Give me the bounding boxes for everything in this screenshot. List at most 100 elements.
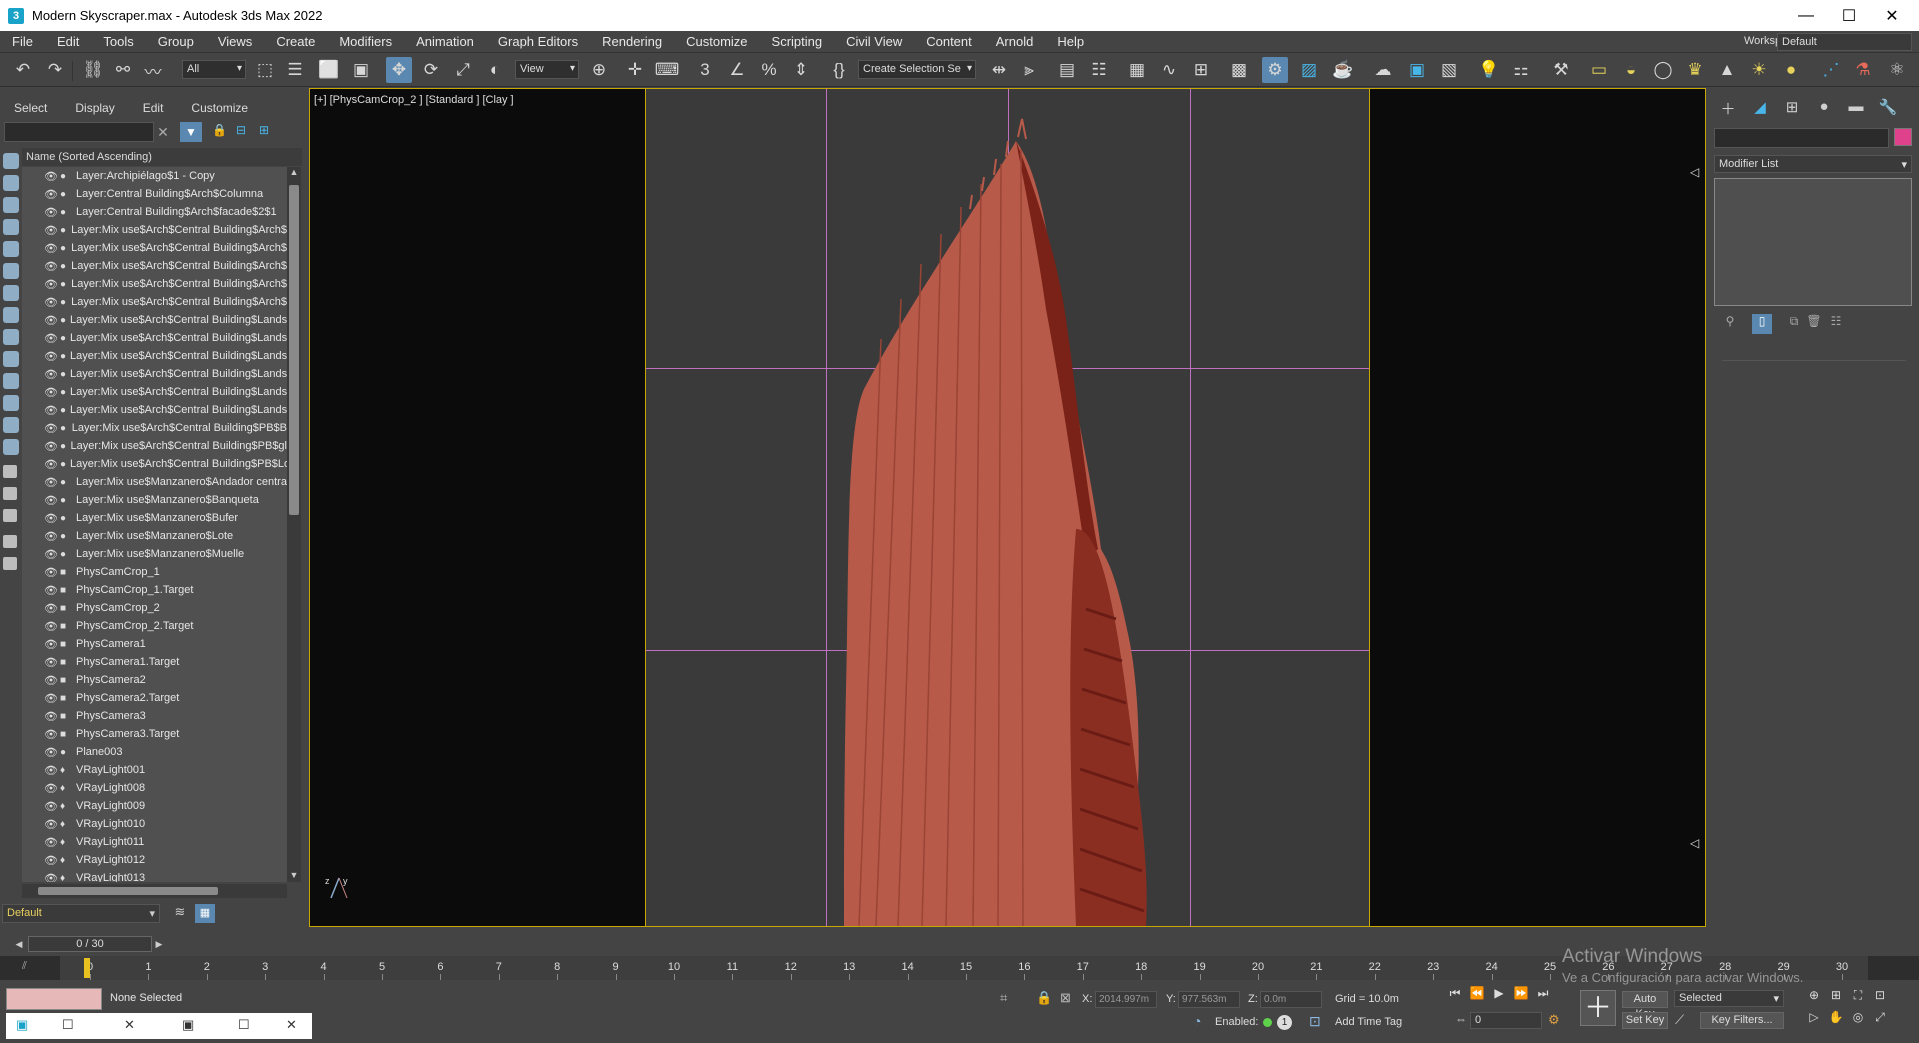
- display-children-icon[interactable]: [3, 465, 17, 478]
- sort-by-layer-icon[interactable]: ⊞: [259, 123, 275, 141]
- select-and-place-icon[interactable]: ◐: [482, 57, 508, 83]
- filter-icon[interactable]: [3, 535, 17, 548]
- make-unique-icon[interactable]: ⧉: [1784, 314, 1804, 334]
- display-geometry-icon[interactable]: [3, 175, 19, 191]
- menu-help[interactable]: Help: [1045, 34, 1096, 49]
- vray-fur-icon[interactable]: ⋰: [1818, 57, 1844, 83]
- add-time-tag[interactable]: Add Time Tag: [1335, 1016, 1402, 1028]
- scene-row[interactable]: 👁 ♦ VRayLight010: [22, 815, 287, 833]
- set-key-big-icon[interactable]: ＋: [1580, 990, 1616, 1026]
- scene-explorer-toggle-icon[interactable]: ▦: [195, 904, 215, 923]
- rendered-frame-window-icon[interactable]: ▨: [1296, 57, 1322, 83]
- scene-search-input[interactable]: [4, 122, 154, 142]
- scene-row[interactable]: 👁 ● Layer:Mix use$Arch$Central Building$Ar…: [22, 293, 287, 311]
- visibility-eye-icon[interactable]: 👁: [44, 674, 58, 687]
- modifier-list-select[interactable]: Modifier List: [1714, 155, 1912, 173]
- key-filters-button[interactable]: Key Filters...: [1700, 1012, 1784, 1029]
- close-mini-icon[interactable]: ✕: [286, 1017, 297, 1033]
- scene-row[interactable]: 👁 ♦ VRayLight009: [22, 797, 287, 815]
- modify-tab-icon[interactable]: ◢: [1748, 98, 1772, 120]
- rectangular-selection-icon[interactable]: ⬜: [316, 57, 342, 83]
- display-frozen-icon[interactable]: [3, 395, 19, 411]
- named-selection-select[interactable]: Create Selection Se: [858, 60, 976, 79]
- curve-editor-icon[interactable]: ∿: [1156, 57, 1182, 83]
- z-coordinate-field[interactable]: 0.0m: [1260, 991, 1322, 1008]
- visibility-eye-icon[interactable]: 👁: [44, 764, 58, 777]
- visibility-eye-icon[interactable]: 👁: [44, 494, 58, 507]
- visibility-eye-icon[interactable]: 👁: [44, 386, 58, 399]
- menu-tools[interactable]: Tools: [91, 34, 145, 49]
- vray-lister-icon[interactable]: ⚏: [1508, 57, 1534, 83]
- time-slider-next-icon[interactable]: ▶: [152, 936, 166, 952]
- vray-frame-buffer-icon[interactable]: ▣: [1404, 57, 1430, 83]
- menu-create[interactable]: Create: [264, 34, 327, 49]
- visibility-eye-icon[interactable]: 👁: [44, 548, 58, 561]
- visibility-eye-icon[interactable]: 👁: [44, 440, 58, 453]
- restore-icon[interactable]: ☐: [238, 1017, 250, 1033]
- selection-filter-select[interactable]: All: [182, 60, 246, 79]
- visibility-eye-icon[interactable]: 👁: [44, 296, 58, 309]
- scene-vertical-scrollbar[interactable]: ▲ ▼: [287, 167, 301, 882]
- remove-modifier-icon[interactable]: 🗑: [1804, 314, 1824, 334]
- orbit-icon[interactable]: ◎: [1849, 1010, 1867, 1028]
- display-helpers-icon[interactable]: [3, 263, 19, 279]
- zoom-extents-all-icon[interactable]: ⊡: [1871, 988, 1889, 1006]
- viewport-label[interactable]: [+] [PhysCamCrop_2 ] [Standard ] [Clay ]: [314, 94, 514, 106]
- layers-icon[interactable]: ≋: [170, 904, 190, 923]
- scene-row[interactable]: 👁 ● Layer:Mix use$Arch$Central Building$PB…: [22, 419, 287, 437]
- workspace-select[interactable]: Default: [1777, 33, 1912, 51]
- scene-row[interactable]: 👁 ■ PhysCamera3.Target: [22, 725, 287, 743]
- menu-arnold[interactable]: Arnold: [984, 34, 1046, 49]
- time-slider-prev-icon[interactable]: ◀: [12, 936, 26, 952]
- current-frame-field[interactable]: 0: [1470, 1012, 1542, 1029]
- set-key-button[interactable]: Set Key: [1622, 1012, 1668, 1029]
- mesh-light-icon[interactable]: ♛: [1682, 57, 1708, 83]
- visibility-eye-icon[interactable]: 👁: [44, 350, 58, 363]
- time-slider[interactable]: 0 / 30: [28, 936, 152, 952]
- scene-row[interactable]: 👁 ● Layer:Mix use$Arch$Central Building$PB…: [22, 437, 287, 455]
- scene-row[interactable]: 👁 ■ PhysCamCrop_2: [22, 599, 287, 617]
- spinner-snap-icon[interactable]: ⇕: [788, 57, 814, 83]
- visibility-eye-icon[interactable]: 👁: [44, 836, 58, 849]
- next-frame-icon[interactable]: ⏩: [1511, 986, 1531, 1006]
- scene-row[interactable]: 👁 ■ PhysCamera3: [22, 707, 287, 725]
- go-to-end-icon[interactable]: ⏭: [1533, 986, 1553, 1006]
- scene-row[interactable]: 👁 ♦ VRayLight012: [22, 851, 287, 869]
- visibility-eye-icon[interactable]: 👁: [44, 854, 58, 867]
- menu-edit[interactable]: Edit: [45, 34, 91, 49]
- display-all-icon[interactable]: [3, 439, 19, 455]
- visibility-eye-icon[interactable]: 👁: [44, 566, 58, 579]
- menu-animation[interactable]: Animation: [404, 34, 486, 49]
- visibility-eye-icon[interactable]: 👁: [44, 476, 58, 489]
- zoom-extents-icon[interactable]: ⛶: [1849, 988, 1867, 1006]
- sort-icon[interactable]: [3, 557, 17, 570]
- scene-row[interactable]: 👁 ● Layer:Mix use$Arch$Central Building$Ar…: [22, 275, 287, 293]
- reference-coordinate-select[interactable]: View: [515, 60, 579, 79]
- display-lights-icon[interactable]: [3, 219, 19, 235]
- menu-modifiers[interactable]: Modifiers: [327, 34, 404, 49]
- lock-icon[interactable]: 🔒: [212, 123, 228, 141]
- visibility-eye-icon[interactable]: 👁: [44, 512, 58, 525]
- field-of-view-icon[interactable]: ▷: [1805, 1010, 1823, 1028]
- menu-content[interactable]: Content: [914, 34, 984, 49]
- display-space-warps-icon[interactable]: [3, 285, 19, 301]
- select-and-scale-icon[interactable]: ⤢: [450, 57, 476, 83]
- scrollbar-thumb[interactable]: [38, 887, 218, 895]
- menu-file[interactable]: File: [0, 34, 45, 49]
- vray-plane-icon[interactable]: ⚛: [1884, 57, 1910, 83]
- key-selection-set-select[interactable]: Selected: [1674, 990, 1784, 1007]
- time-configuration-icon[interactable]: ⚙: [1548, 1012, 1560, 1028]
- object-color-swatch[interactable]: [1894, 128, 1912, 146]
- show-end-result-icon[interactable]: ▯: [1752, 314, 1772, 334]
- zoom-all-icon[interactable]: ⊞: [1827, 988, 1845, 1006]
- scene-row[interactable]: 👁 ● Layer:Mix use$Manzanero$Muelle: [22, 545, 287, 563]
- visibility-eye-icon[interactable]: 👁: [44, 422, 58, 435]
- previous-frame-icon[interactable]: ⏪: [1467, 986, 1487, 1006]
- vray-light-icon[interactable]: 💡: [1476, 57, 1502, 83]
- key-mode-toggle-icon[interactable]: ⇔: [1455, 1012, 1467, 1026]
- scene-row[interactable]: 👁 ■ PhysCamera2.Target: [22, 689, 287, 707]
- menu-scripting[interactable]: Scripting: [760, 34, 835, 49]
- scene-row[interactable]: 👁 ♦ VRayLight001: [22, 761, 287, 779]
- scene-menu-customize[interactable]: Customize: [177, 98, 262, 118]
- scene-row[interactable]: 👁 ■ PhysCamCrop_1: [22, 563, 287, 581]
